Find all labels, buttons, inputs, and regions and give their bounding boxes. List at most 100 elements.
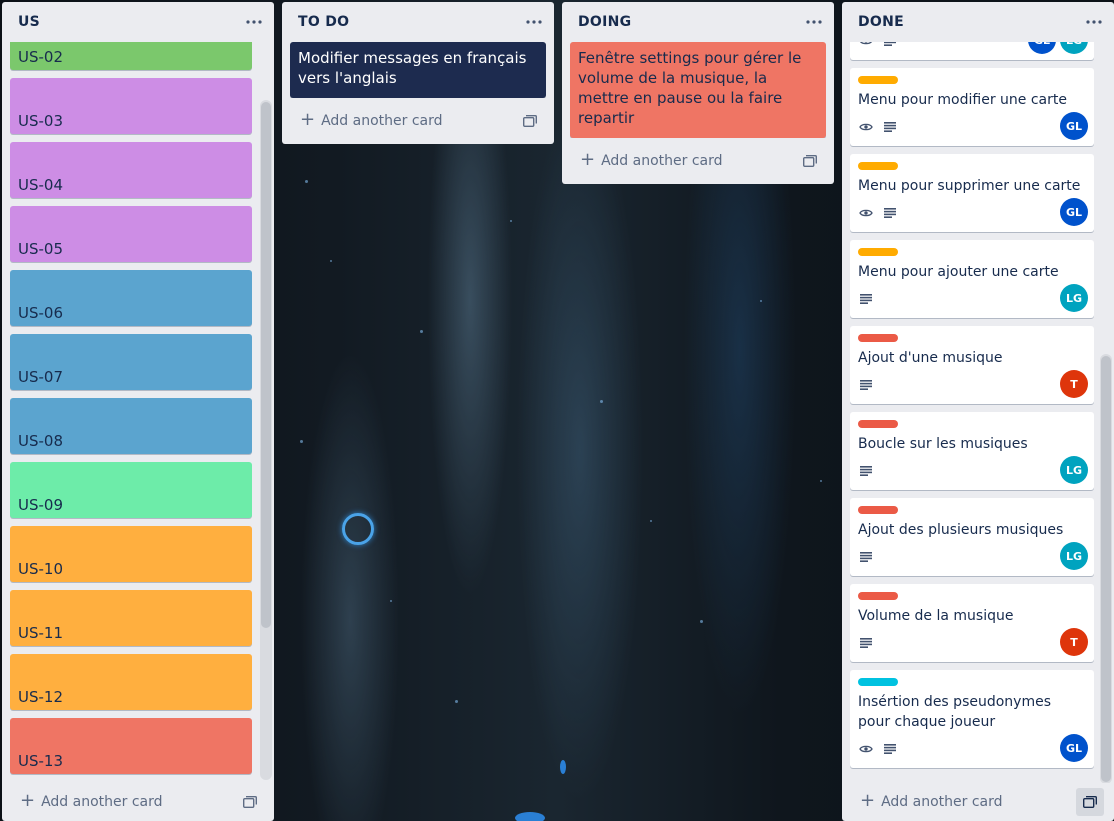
description-icon [858,463,874,479]
card[interactable]: Menu pour supprimer une carte GL [850,154,1094,232]
list-menu-button[interactable] [522,10,546,34]
list-header: TO DO [282,2,554,42]
avatar[interactable]: T [1060,628,1088,656]
eye-icon [858,205,874,221]
list-footer: + Add another card [562,142,834,180]
card-title: Ajout des plusieurs musiques [858,522,1064,538]
card-title: US-13 [18,752,63,770]
avatar[interactable]: T [1060,370,1088,398]
card-label[interactable] [858,506,898,514]
card-members: T [1060,370,1088,398]
avatar[interactable]: GL [1060,198,1088,226]
description-icon [882,119,898,135]
description-icon [882,741,898,757]
card-label[interactable] [858,420,898,428]
card[interactable]: Volume de la musique T [850,584,1094,662]
card-template-button[interactable] [796,147,824,175]
card-members: GL [1060,734,1088,762]
card[interactable]: Ajout d'une musique T [850,326,1094,404]
card-label[interactable] [858,248,898,256]
card-label[interactable] [858,162,898,170]
list-footer: + Add another card [842,783,1114,821]
card[interactable]: Ajout des plusieurs musiques LG [850,498,1094,576]
card-label[interactable] [858,678,898,686]
description-icon [858,635,874,651]
card[interactable]: US-05 [10,206,252,262]
add-card-label: Add another card [881,794,1003,810]
add-card-button[interactable]: + Add another card [860,792,1003,811]
card-members: GL LG [1028,42,1088,54]
card-badges [858,458,1086,484]
card-members: GL [1060,112,1088,140]
card[interactable]: US-02 [10,42,252,70]
list-title[interactable]: TO DO [298,14,349,30]
card-members: LG [1060,542,1088,570]
scroll-thumb[interactable] [261,102,271,628]
card[interactable]: US-08 [10,398,252,454]
list-footer: + Add another card [2,783,274,821]
card-title: Boucle sur les musiques [858,436,1028,452]
list-title[interactable]: DONE [858,14,904,30]
plus-icon: + [580,149,596,170]
card[interactable]: US-04 [10,142,252,198]
card-template-button[interactable] [236,788,264,816]
list-title[interactable]: DOING [578,14,631,30]
avatar[interactable]: LG [1060,284,1088,312]
avatar[interactable]: LG [1060,456,1088,484]
card-title: US-11 [18,624,63,642]
card[interactable]: US-03 [10,78,252,134]
card-template-button[interactable] [516,107,544,135]
card-template-button[interactable] [1076,788,1104,816]
eye-icon [858,42,874,49]
card-label[interactable] [858,76,898,84]
card-members: LG [1060,284,1088,312]
list-menu-button[interactable] [1082,10,1106,34]
avatar[interactable]: GL [1028,42,1056,54]
card-title: Insértion des pseudonymes pour chaque jo… [858,694,1051,730]
add-card-label: Add another card [41,794,163,810]
scroll-thumb[interactable] [1101,356,1111,782]
list-menu-button[interactable] [242,10,266,34]
card[interactable]: Modifier messages en français vers l'ang… [290,42,546,98]
card-badges [858,200,1086,226]
card-label[interactable] [858,334,898,342]
list-menu-button[interactable] [802,10,826,34]
card-badges [858,372,1086,398]
avatar[interactable]: LG [1060,42,1088,54]
card-title: US-06 [18,304,63,322]
list-doing: DOING Fenêtre settings pour gérer le vol… [562,2,834,184]
eye-icon [858,741,874,757]
card-list: GL LG Menu pour modifier une carteGL Menu p… [842,42,1114,783]
list-title[interactable]: US [18,14,40,30]
scrollbar[interactable] [260,100,272,780]
card[interactable]: US-11 [10,590,252,646]
description-icon [858,291,874,307]
card[interactable]: Menu pour ajouter une carte LG [850,240,1094,318]
card[interactable]: US-13 [10,718,252,774]
avatar[interactable]: GL [1060,734,1088,762]
template-icon [243,796,257,808]
card-members: GL [1060,198,1088,226]
card[interactable]: Insértion des pseudonymes pour chaque jo… [850,670,1094,768]
background-bubble [342,513,374,545]
template-icon [1083,796,1097,808]
card-label[interactable] [858,592,898,600]
description-icon [882,205,898,221]
avatar[interactable]: GL [1060,112,1088,140]
card-list: US-02 US-03 US-04 US-05 US-06 US-07 US-08 US-09… [2,42,274,783]
add-card-button[interactable]: + Add another card [580,149,723,170]
card[interactable]: GL LG [850,42,1094,60]
card[interactable]: US-07 [10,334,252,390]
card[interactable]: US-09 [10,462,252,518]
card[interactable]: Fenêtre settings pour gérer le volume de… [570,42,826,138]
add-card-button[interactable]: + Add another card [20,792,163,811]
card[interactable]: US-06 [10,270,252,326]
add-card-button[interactable]: + Add another card [300,111,443,130]
card[interactable]: Menu pour modifier une carte GL [850,68,1094,146]
card-badges [858,114,1086,140]
card[interactable]: Boucle sur les musiques LG [850,412,1094,490]
card[interactable]: US-12 [10,654,252,710]
avatar[interactable]: LG [1060,542,1088,570]
scrollbar[interactable] [1100,354,1112,783]
card[interactable]: US-10 [10,526,252,582]
